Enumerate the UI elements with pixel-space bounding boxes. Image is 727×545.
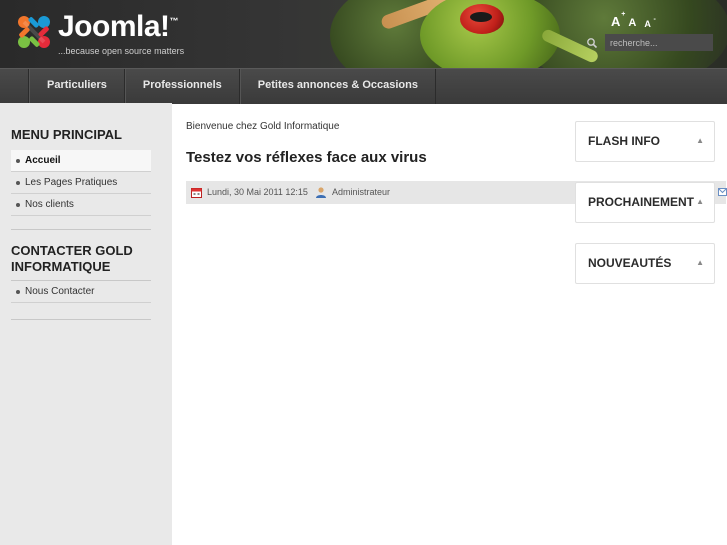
email-icon[interactable] — [718, 188, 727, 196]
joomla-logo-icon[interactable] — [14, 12, 54, 52]
collapse-toggle-icon[interactable]: ▲ — [696, 136, 704, 145]
font-size-tools: A + A A- — [611, 11, 656, 29]
font-decrease-sup: - — [653, 16, 656, 23]
font-increase-button[interactable]: A + — [611, 11, 625, 29]
module-nouveautes: NOUVEAUTÉS ▲ — [575, 243, 715, 284]
article-author: Administrateur — [332, 187, 391, 197]
font-decrease-button[interactable]: A- — [644, 16, 656, 29]
sidebar-divider — [11, 319, 151, 320]
menu-principal-heading: MENU PRINCIPAL — [11, 127, 122, 142]
sidebar-divider — [11, 229, 151, 230]
sidebar-item-accueil[interactable]: Accueil — [11, 150, 151, 172]
logo-text: Joomla! — [58, 10, 170, 43]
collapse-toggle-icon[interactable]: ▲ — [696, 258, 704, 267]
logo-trademark: ™ — [169, 16, 179, 26]
font-increase-sup: + — [621, 11, 626, 18]
module-title-prochainement: PROCHAINEMENT — [588, 195, 695, 209]
left-sidebar: MENU PRINCIPAL Accueil Les Pages Pratiqu… — [0, 103, 172, 545]
contacter-list: Nous Contacter — [11, 281, 151, 303]
site-header: Joomla!™ ...because open source matters … — [0, 0, 727, 68]
search-input[interactable] — [605, 34, 713, 51]
contacter-heading: CONTACTER GOLD INFORMATIQUE — [11, 243, 133, 274]
user-icon — [316, 187, 326, 198]
font-decrease-label: A — [644, 19, 651, 29]
module-flash-info: FLASH INFO ▲ — [575, 121, 715, 162]
article-date: Lundi, 30 Mai 2011 12:15 — [207, 187, 308, 197]
breadcrumb: Bienvenue chez Gold Informatique — [186, 121, 340, 132]
sidebar-item-pages-pratiques[interactable]: Les Pages Pratiques — [11, 172, 151, 194]
sidebar-item-nous-contacter[interactable]: Nous Contacter — [11, 281, 151, 303]
frog-eye-pupil — [470, 12, 492, 22]
article-title[interactable]: Testez vos réflexes face aux virus — [186, 149, 427, 166]
menu-principal-list: Accueil Les Pages Pratiques Nos clients — [11, 150, 151, 216]
module-title-flash-info: FLASH INFO — [588, 134, 660, 148]
logo-wordmark[interactable]: Joomla!™ — [58, 10, 179, 44]
nav-spacer — [0, 69, 29, 104]
font-increase-label: A — [611, 14, 621, 29]
search-icon — [587, 38, 598, 49]
nav-item-particuliers[interactable]: Particuliers — [29, 69, 125, 104]
logo-tagline: ...because open source matters — [58, 46, 185, 56]
nav-item-petites-annonces[interactable]: Petites annonces & Occasions — [239, 69, 436, 104]
collapse-toggle-icon[interactable]: ▲ — [696, 197, 704, 206]
font-reset-label: A — [628, 17, 637, 29]
calendar-icon — [191, 188, 202, 198]
font-reset-button[interactable]: A — [628, 17, 636, 29]
module-title-nouveautes: NOUVEAUTÉS — [588, 256, 672, 270]
sidebar-item-nos-clients[interactable]: Nos clients — [11, 194, 151, 216]
nav-item-professionnels[interactable]: Professionnels — [124, 69, 240, 104]
module-prochainement: PROCHAINEMENT ▲ — [575, 182, 715, 223]
main-nav: Particuliers Professionnels Petites anno… — [0, 68, 727, 104]
